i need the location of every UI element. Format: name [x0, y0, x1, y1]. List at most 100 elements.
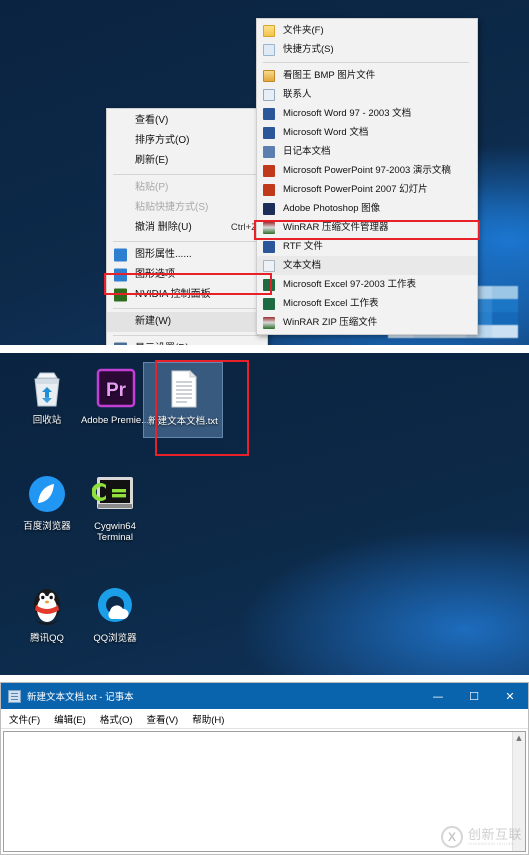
menu-item-label: 粘贴快捷方式(S) — [135, 202, 209, 213]
context-menu-item-10[interactable]: 显示设置(D) — [107, 339, 267, 345]
context-menu-item-7[interactable]: 图形选项› — [107, 265, 267, 285]
new-submenu[interactable]: 文件夹(F) 快捷方式(S) 看图王 BMP 图片文件 联系人 Microsoft Wo… — [256, 18, 478, 335]
winrar-icon — [263, 221, 275, 234]
maximize-button[interactable]: ☐ — [456, 683, 492, 709]
new-submenu-item-15[interactable]: WinRAR ZIP 压缩文件 — [257, 313, 477, 332]
menu-item-label: 显示设置(D) — [135, 339, 259, 345]
desktop-icon-label: Adobe Premie... — [80, 415, 150, 426]
new-submenu-item-8[interactable]: Microsoft PowerPoint 2007 幻灯片 — [257, 180, 477, 199]
menu-item-label: Microsoft Excel 工作表 — [283, 298, 379, 309]
new-submenu-item-1[interactable]: 快捷方式(S) — [257, 40, 477, 59]
new-submenu-item-13[interactable]: Microsoft Excel 97-2003 工作表 — [257, 275, 477, 294]
menu-item-label: Microsoft Excel 97-2003 工作表 — [283, 279, 417, 290]
menu-item-label: 撤消 删除(U) — [135, 222, 192, 233]
new-submenu-item-0[interactable]: 文件夹(F) — [257, 21, 477, 40]
notepad-titlebar[interactable]: 新建文本文档.txt - 记事本 — ☐ ✕ — [1, 683, 528, 709]
desktop-icon-tencent-qq[interactable]: 腾讯QQ — [8, 583, 86, 646]
new-submenu-item-2[interactable]: 看图王 BMP 图片文件 — [257, 66, 477, 85]
desktop-context-menu[interactable]: 查看(V)›排序方式(O)› 刷新(E) 粘贴(P) 粘贴快捷方式(S) 撤消 删除(U… — [106, 108, 268, 345]
new-submenu-item-9[interactable]: Adobe Photoshop 图像 — [257, 199, 477, 218]
menu-item-label: 图形属性...... — [135, 249, 192, 260]
menu-separator — [113, 335, 259, 336]
menu-item-label: 联系人 — [283, 89, 312, 100]
new-submenu-item-14[interactable]: Microsoft Excel 工作表 — [257, 294, 477, 313]
new-submenu-item-7[interactable]: Microsoft PowerPoint 97-2003 演示文稿 — [257, 161, 477, 180]
ppt-icon — [263, 183, 275, 196]
menu-item-label: 粘贴(P) — [135, 182, 169, 193]
desktop-icons-panel: 回收站 Pr Adobe Premie... 新建文本文档.txt 百度浏览器 … — [0, 353, 529, 675]
qq-browser-icon — [92, 583, 138, 629]
notepad-menu-3[interactable]: 查看(V) — [147, 712, 179, 726]
winrar-icon — [263, 316, 275, 329]
menu-item-label: Microsoft Word 文档 — [283, 127, 369, 138]
scroll-up-icon[interactable]: ▲ — [513, 732, 525, 744]
menu-item-label: 查看(V) — [135, 115, 169, 126]
excel-icon — [263, 278, 275, 291]
context-menu-item-6[interactable]: 图形属性...... — [107, 245, 267, 265]
notepad-menu-0[interactable]: 文件(F) — [9, 712, 40, 726]
new-submenu-item-3[interactable]: 联系人 — [257, 85, 477, 104]
word-icon — [263, 126, 275, 139]
context-menu-item-2[interactable]: 刷新(E) — [107, 151, 267, 171]
journal-icon — [263, 145, 275, 158]
context-menu-item-9[interactable]: 新建(W)› — [107, 312, 267, 332]
minimize-button[interactable]: — — [420, 683, 456, 709]
menu-item-label: 文件夹(F) — [283, 25, 324, 36]
desktop-icon-qq-browser[interactable]: QQ浏览器 — [76, 583, 154, 646]
new-submenu-item-6[interactable]: 日记本文档 — [257, 142, 477, 161]
desktop-icon-label: 腾讯QQ — [30, 633, 64, 644]
svg-text:Pr: Pr — [106, 380, 127, 401]
notepad-text-input[interactable] — [4, 732, 512, 851]
menu-item-label: Microsoft PowerPoint 2007 幻灯片 — [283, 184, 428, 195]
new-submenu-item-4[interactable]: Microsoft Word 97 - 2003 文档 — [257, 104, 477, 123]
menu-item-label: Microsoft Word 97 - 2003 文档 — [283, 108, 412, 119]
context-menu-item-3: 粘贴(P) — [107, 178, 267, 198]
word-icon — [263, 107, 275, 120]
menu-item-label: WinRAR 压缩文件管理器 — [283, 222, 389, 233]
desktop-icon-label: 新建文本文档.txt — [148, 416, 218, 427]
tencent-qq-icon — [24, 583, 70, 629]
new-submenu-item-11[interactable]: RTF 文件 — [257, 237, 477, 256]
close-button[interactable]: ✕ — [492, 683, 528, 709]
desktop-icon-new-text-file[interactable]: 新建文本文档.txt — [143, 362, 223, 438]
context-menu-item-4: 粘贴快捷方式(S) — [107, 198, 267, 218]
menu-item-label: 排序方式(O) — [135, 135, 190, 146]
new-submenu-item-10[interactable]: WinRAR 压缩文件管理器 — [257, 218, 477, 237]
excel-icon — [263, 297, 275, 310]
menu-item-label: RTF 文件 — [283, 241, 323, 252]
notepad-app-icon — [8, 689, 21, 703]
display-icon — [114, 342, 127, 345]
folder-icon — [263, 24, 275, 37]
adobe-premiere-icon: Pr — [92, 365, 138, 411]
desktop-icon-adobe-premiere[interactable]: Pr Adobe Premie... — [76, 365, 154, 428]
notepad-menu-1[interactable]: 编辑(E) — [54, 712, 86, 726]
menu-item-label: Microsoft PowerPoint 97-2003 演示文稿 — [283, 165, 451, 176]
notepad-title-text: 新建文本文档.txt - 记事本 — [27, 692, 134, 703]
cygwin-terminal-icon — [91, 471, 138, 517]
context-menu-item-1[interactable]: 排序方式(O)› — [107, 131, 267, 151]
desktop-icon-label: 百度浏览器 — [23, 521, 71, 532]
new-submenu-item-5[interactable]: Microsoft Word 文档 — [257, 123, 477, 142]
menu-item-label: 日记本文档 — [283, 146, 331, 157]
watermark-logo-icon: X — [440, 826, 463, 848]
menu-item-label: Adobe Photoshop 图像 — [283, 203, 381, 214]
menu-item-label: 文本文档 — [283, 260, 322, 271]
context-menu-item-5[interactable]: 撤消 删除(U) Ctrl+Z — [107, 218, 267, 238]
context-menu-item-0[interactable]: 查看(V)› — [107, 111, 267, 131]
desktop-icon-recycle-bin[interactable]: 回收站 — [8, 365, 86, 428]
menu-item-label: WinRAR ZIP 压缩文件 — [283, 317, 378, 328]
watermark-sub-text: CHUANGXIN HULIAN — [467, 840, 515, 846]
gfxprop-icon — [114, 248, 127, 262]
context-menu-item-8[interactable]: NVIDIA 控制面板 — [107, 285, 267, 305]
notepad-menu-4[interactable]: 帮助(H) — [192, 712, 224, 726]
rtf-icon — [263, 240, 275, 253]
notepad-menu-2[interactable]: 格式(O) — [100, 712, 133, 726]
new-submenu-item-12[interactable]: 文本文档 — [257, 256, 477, 275]
menu-item-label: 刷新(E) — [135, 155, 169, 166]
shortcut-icon — [263, 43, 275, 56]
notepad-menubar[interactable]: 文件(F) 编辑(E) 格式(O) 查看(V) 帮助(H) — [1, 709, 528, 729]
menu-item-label: 快捷方式(S) — [283, 44, 334, 55]
menu-item-label: 看图王 BMP 图片文件 — [283, 70, 376, 81]
desktop-icon-cygwin-terminal[interactable]: Cygwin64 Terminal — [76, 471, 154, 545]
desktop-icon-baidu-browser[interactable]: 百度浏览器 — [8, 471, 86, 534]
